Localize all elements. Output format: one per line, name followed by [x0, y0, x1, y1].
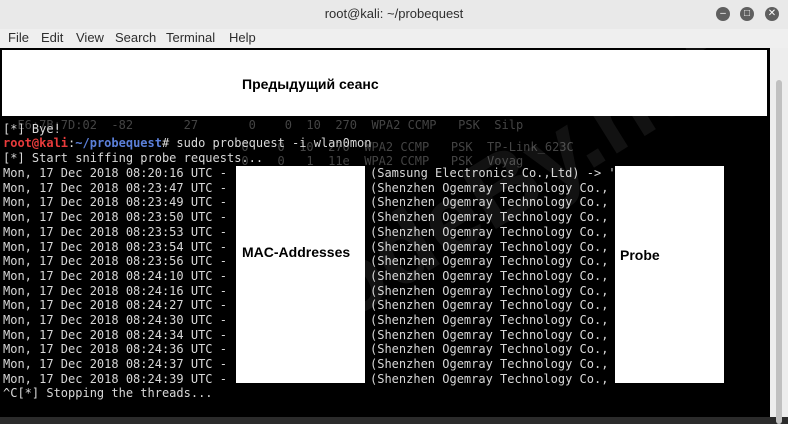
- probe-vendor: (Shenzhen Ogemray Technology Co.,: [370, 327, 609, 342]
- probe-timestamp: Mon, 17 Dec 2018 08:24:37 UTC -: [3, 357, 227, 372]
- bye-line: [*] Bye!: [3, 122, 61, 136]
- mac-addresses-box: MAC-Addresses: [236, 166, 365, 383]
- menu-terminal[interactable]: Terminal: [166, 30, 215, 45]
- probe-timestamp: Mon, 17 Dec 2018 08:24:30 UTC -: [3, 313, 227, 327]
- menu-help[interactable]: Help: [229, 30, 256, 45]
- maximize-icon[interactable]: □: [740, 7, 754, 21]
- scrollbar[interactable]: [770, 48, 788, 424]
- probe-timestamp: Mon, 17 Dec 2018 08:23:50 UTC -: [3, 210, 227, 225]
- probe-timestamp: Mon, 17 Dec 2018 08:24:34 UTC -: [3, 327, 227, 342]
- probe-timestamp: Mon, 17 Dec 2018 08:23:54 UTC -: [3, 239, 227, 254]
- probe-vendor: (Shenzhen Ogemray Technology Co.,: [370, 357, 609, 372]
- minimize-icon[interactable]: –: [716, 7, 730, 21]
- mac-addresses-label: MAC-Addresses: [242, 244, 351, 260]
- probe-timestamp: Mon, 17 Dec 2018 08:23:49 UTC -: [3, 195, 227, 210]
- probe-box: Probe: [615, 166, 724, 383]
- probe-timestamp: Mon, 17 Dec 2018 08:24:39 UTC -: [3, 371, 227, 386]
- probe-vendor: (Shenzhen Ogemray Technology Co.,: [370, 371, 609, 386]
- prompt-user: root@kali: [3, 136, 69, 150]
- probe-vendor: (Shenzhen Ogemray Technology Co.,: [370, 342, 609, 357]
- probe-timestamp: Mon, 17 Dec 2018 08:20:16 UTC -: [3, 166, 227, 180]
- probe-timestamp: Mon, 17 Dec 2018 08:23:53 UTC -: [3, 224, 227, 239]
- probe-timestamp: Mon, 17 Dec 2018 08:24:16 UTC -: [3, 283, 227, 298]
- window-titlebar: root@kali: ~/probequest – □ ✕: [0, 0, 788, 30]
- menu-search[interactable]: Search: [115, 30, 156, 45]
- previous-session-box: Предыдущий сеанс: [2, 50, 767, 116]
- close-icon[interactable]: ✕: [765, 7, 779, 21]
- probe-vendor: (Shenzhen Ogemray Technology Co.,: [370, 313, 609, 327]
- prompt-path: ~/probequest: [75, 136, 162, 150]
- stop-line: ^C[*] Stopping the threads...: [3, 386, 213, 400]
- scrollbar-thumb[interactable]: [776, 80, 782, 424]
- probe-label: Probe: [620, 247, 660, 263]
- background-scan-line: E6:7B:7D:02 -82 27 0 0 10 270 WPA2 CCMP …: [3, 118, 524, 132]
- previous-session-label: Предыдущий сеанс: [242, 76, 379, 92]
- start-line: [*] Start sniffing probe requests...: [3, 151, 264, 165]
- prompt-line: root@kali:~/probequest# sudo probequest …: [3, 136, 372, 150]
- probe-timestamp: Mon, 17 Dec 2018 08:24:36 UTC -: [3, 342, 227, 357]
- menu-bar: File Edit View Search Terminal Help: [0, 29, 788, 49]
- window-title: root@kali: ~/probequest: [324, 6, 464, 21]
- probe-timestamp: Mon, 17 Dec 2018 08:24:27 UTC -: [3, 298, 227, 313]
- menu-file[interactable]: File: [8, 30, 29, 45]
- probe-timestamp: Mon, 17 Dec 2018 08:23:56 UTC -: [3, 254, 227, 269]
- menu-edit[interactable]: Edit: [41, 30, 63, 45]
- menu-view[interactable]: View: [76, 30, 104, 45]
- probe-timestamp: Mon, 17 Dec 2018 08:24:10 UTC -: [3, 268, 227, 283]
- command-text: sudo probequest -i wlan0mon: [169, 136, 372, 150]
- probe-timestamp: Mon, 17 Dec 2018 08:23:47 UTC -: [3, 180, 227, 195]
